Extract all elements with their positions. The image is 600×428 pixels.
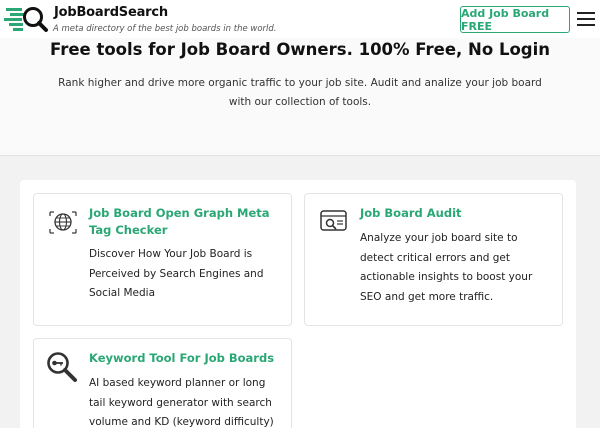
- brand-tagline: A meta directory of the best job boards …: [53, 24, 277, 34]
- tool-card-og-checker[interactable]: Job Board Open Graph Meta Tag Checker Di…: [33, 193, 292, 326]
- key-icon: [47, 352, 77, 382]
- tool-description: Analyze your job board site to detect cr…: [360, 232, 533, 303]
- tool-title[interactable]: Keyword Tool For Job Boards: [89, 350, 284, 367]
- tool-description: Discover How Your Job Board is Perceived…: [89, 248, 264, 299]
- audit-icon: [320, 210, 347, 231]
- tool-title[interactable]: Job Board Audit: [360, 205, 555, 222]
- brand-name[interactable]: JobBoardSearch: [54, 5, 168, 20]
- globe-icon: [49, 211, 77, 234]
- menu-icon[interactable]: [577, 12, 595, 26]
- tool-card-keyword[interactable]: Keyword Tool For Job Boards AI based key…: [33, 338, 292, 428]
- tool-title[interactable]: Job Board Open Graph Meta Tag Checker: [89, 205, 284, 239]
- page-title: Free tools for Job Board Owners. 100% Fr…: [49, 40, 551, 59]
- hero-section: Free tools for Job Board Owners. 100% Fr…: [0, 38, 600, 156]
- tool-description: AI based keyword planner or long tail ke…: [89, 377, 274, 428]
- site-header: JobBoardSearch A meta directory of the b…: [0, 0, 600, 38]
- add-job-board-button[interactable]: Add Job Board FREE: [460, 6, 570, 33]
- tool-card-audit[interactable]: Job Board Audit Analyze your job board s…: [304, 193, 563, 326]
- logo-icon[interactable]: [4, 5, 50, 33]
- page-description: Rank higher and drive more organic traff…: [58, 77, 542, 108]
- tools-panel: Job Board Open Graph Meta Tag Checker Di…: [20, 180, 576, 428]
